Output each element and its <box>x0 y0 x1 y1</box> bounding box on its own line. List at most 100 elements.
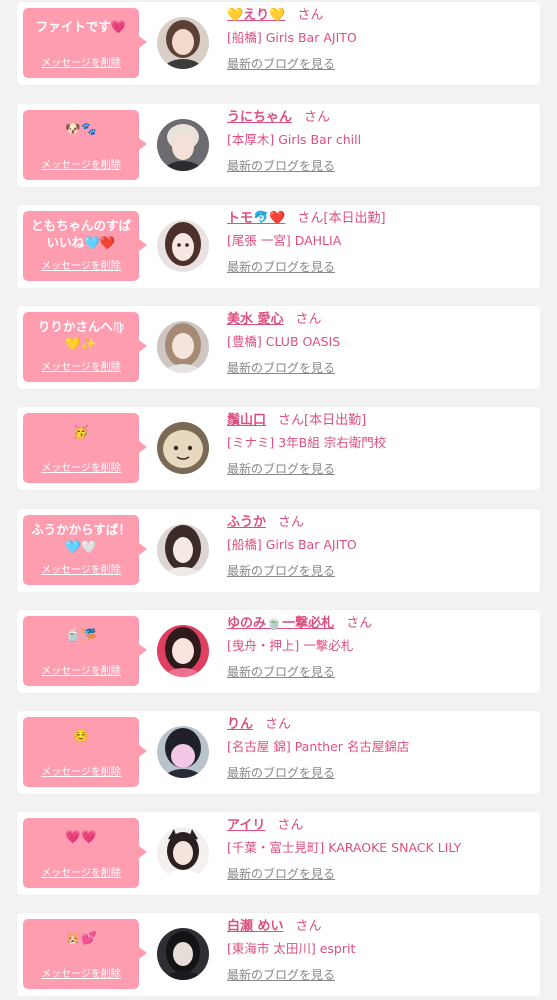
cast-info: トモ🐬❤️ さん[本日出勤] [尾張 一宮] DAHLIA 最新のブログを見る <box>227 208 386 277</box>
delete-message-link[interactable]: メッセージを削除 <box>23 156 139 171</box>
avatar-photo-icon <box>157 625 209 677</box>
delete-message-link[interactable]: メッセージを削除 <box>23 662 139 677</box>
avatar[interactable] <box>157 625 209 677</box>
latest-blog-link[interactable]: 最新のブログを見る <box>227 864 461 884</box>
message-bubble: ともちゃんのすば いいね🩵❤️ メッセージを削除 <box>23 211 147 281</box>
message-bubble: 🐹💕 メッセージを削除 <box>23 919 147 989</box>
message-text: ふうかからすば！ 🩵🤍 <box>31 522 131 554</box>
message-bubble: ふうかからすば！ 🩵🤍 メッセージを削除 <box>23 515 147 585</box>
honorific-label: さん <box>297 211 324 226</box>
name-line: うにちゃん さん <box>227 107 361 129</box>
cast-name-link[interactable]: うにちゃん <box>227 110 292 125</box>
name-line: 美水 愛心 さん <box>227 309 340 331</box>
honorific-label: さん <box>304 110 331 125</box>
honorific-label: さん <box>278 413 305 428</box>
message-card: 🥳 メッセージを削除 鬚山口 さん[本日出勤] [ミナミ] 3年B組 宗右衛門校 … <box>17 407 540 490</box>
honorific-label: さん <box>295 312 322 327</box>
avatar[interactable] <box>157 524 209 576</box>
name-line: ゆのみ🍵一撃必札 さん <box>227 613 372 635</box>
message-card: 💗💗 メッセージを削除 アイリ さん [千葉・富士見町] KARAOKE SNAC… <box>17 812 540 895</box>
name-line: ふうか さん <box>227 512 357 534</box>
honorific-label: さん <box>277 818 304 833</box>
cast-name-link[interactable]: アイリ <box>227 818 265 833</box>
delete-message-link[interactable]: メッセージを削除 <box>23 257 139 272</box>
message-text: ともちゃんのすば いいね🩵❤️ <box>30 218 131 250</box>
avatar[interactable] <box>157 220 209 272</box>
delete-message-link[interactable]: メッセージを削除 <box>23 763 139 778</box>
shop-label: [曳舟・押上] 一撃必札 <box>227 638 354 653</box>
message-list: ファイトです💗 メッセージを削除 💛えり💛 さん [船橋] Girls Bar A… <box>0 0 557 1000</box>
delete-message-link[interactable]: メッセージを削除 <box>23 561 139 576</box>
avatar[interactable] <box>157 17 209 69</box>
message-card: ファイトです💗 メッセージを削除 💛えり💛 さん [船橋] Girls Bar A… <box>17 2 540 85</box>
shop-label: [豊橋] CLUB OASIS <box>227 334 341 349</box>
cast-name-link[interactable]: 💛えり💛 <box>227 8 285 23</box>
shop-label: [船橋] Girls Bar AJITO <box>227 30 357 45</box>
cast-info: りん さん [名古屋 錦] Panther 名古屋錦店 最新のブログを見る <box>227 714 409 783</box>
message-bubble: 🐶🐾 メッセージを削除 <box>23 110 147 180</box>
latest-blog-link[interactable]: 最新のブログを見る <box>227 965 355 985</box>
cast-name-link[interactable]: 白瀬 めい <box>227 919 284 934</box>
avatar[interactable] <box>157 422 209 474</box>
avatar[interactable] <box>157 726 209 778</box>
cast-name-link[interactable]: りん <box>227 717 253 732</box>
delete-message-link[interactable]: メッセージを削除 <box>23 54 139 69</box>
name-line: トモ🐬❤️ さん[本日出勤] <box>227 208 386 230</box>
message-text: ☺️ <box>73 728 89 743</box>
name-line: りん さん <box>227 714 409 736</box>
message-text: 🐹💕 <box>65 930 97 945</box>
cast-name-link[interactable]: トモ🐬❤️ <box>227 211 285 226</box>
latest-blog-link[interactable]: 最新のブログを見る <box>227 257 386 277</box>
latest-blog-link[interactable]: 最新のブログを見る <box>227 156 361 176</box>
message-bubble: 💗💗 メッセージを削除 <box>23 818 147 888</box>
message-bubble: 🥳 メッセージを削除 <box>23 413 147 483</box>
message-text: 🐶🐾 <box>65 121 97 136</box>
name-line: 鬚山口 さん[本日出勤] <box>227 410 386 432</box>
latest-blog-link[interactable]: 最新のブログを見る <box>227 358 340 378</box>
message-text: りりかさんへ♍ 💛✨ <box>37 319 125 351</box>
name-line: アイリ さん <box>227 815 461 837</box>
latest-blog-link[interactable]: 最新のブログを見る <box>227 763 409 783</box>
avatar[interactable] <box>157 928 209 980</box>
avatar-photo-icon <box>157 119 209 171</box>
avatar-photo-icon <box>157 17 209 69</box>
avatar-photo-icon <box>157 726 209 778</box>
cast-name-link[interactable]: ゆのみ🍵一撃必札 <box>227 616 334 631</box>
cast-info: 💛えり💛 さん [船橋] Girls Bar AJITO 最新のブログを見る <box>227 5 357 74</box>
message-text: 🍵🎏 <box>65 627 97 642</box>
latest-blog-link[interactable]: 最新のブログを見る <box>227 459 386 479</box>
latest-blog-link[interactable]: 最新のブログを見る <box>227 54 357 74</box>
avatar[interactable] <box>157 827 209 879</box>
message-card: ともちゃんのすば いいね🩵❤️ メッセージを削除 トモ🐬❤️ さん[本日出勤] [… <box>17 205 540 288</box>
message-bubble: ☺️ メッセージを削除 <box>23 717 147 787</box>
delete-message-link[interactable]: メッセージを削除 <box>23 965 139 980</box>
honorific-label: さん <box>346 616 373 631</box>
message-text: 💗💗 <box>65 829 97 844</box>
cast-info: 美水 愛心 さん [豊橋] CLUB OASIS 最新のブログを見る <box>227 309 340 378</box>
avatar[interactable] <box>157 119 209 171</box>
shop-label: [東海市 太田川] esprit <box>227 941 356 956</box>
cast-name-link[interactable]: ふうか <box>227 515 266 530</box>
latest-blog-link[interactable]: 最新のブログを見る <box>227 662 372 682</box>
cast-name-link[interactable]: 鬚山口 <box>227 413 266 428</box>
message-card: ☺️ メッセージを削除 りん さん [名古屋 錦] Panther 名古屋錦店 最… <box>17 711 540 794</box>
shop-label: [ミナミ] 3年B組 宗右衛門校 <box>227 435 387 450</box>
cast-info: 白瀬 めい さん [東海市 太田川] esprit 最新のブログを見る <box>227 916 355 985</box>
cast-info: ゆのみ🍵一撃必札 さん [曳舟・押上] 一撃必札 最新のブログを見る <box>227 613 372 682</box>
avatar[interactable] <box>157 321 209 373</box>
delete-message-link[interactable]: メッセージを削除 <box>23 864 139 879</box>
message-card: りりかさんへ♍ 💛✨ メッセージを削除 美水 愛心 さん [豊橋] CLUB OA… <box>17 306 540 389</box>
cast-info: うにちゃん さん [本厚木] Girls Bar chill 最新のブログを見る <box>227 107 361 176</box>
name-line: 💛えり💛 さん <box>227 5 357 27</box>
cast-info: 鬚山口 さん[本日出勤] [ミナミ] 3年B組 宗右衛門校 最新のブログを見る <box>227 410 386 479</box>
delete-message-link[interactable]: メッセージを削除 <box>23 358 139 373</box>
message-card: 🍵🎏 メッセージを削除 ゆのみ🍵一撃必札 さん [曳舟・押上] 一撃必札 最新のブ… <box>17 610 540 693</box>
cast-info: ふうか さん [船橋] Girls Bar AJITO 最新のブログを見る <box>227 512 357 581</box>
name-line: 白瀬 めい さん <box>227 916 355 938</box>
avatar-photo-icon <box>157 422 209 474</box>
cast-name-link[interactable]: 美水 愛心 <box>227 312 284 327</box>
latest-blog-link[interactable]: 最新のブログを見る <box>227 561 357 581</box>
avatar-photo-icon <box>157 928 209 980</box>
avatar-photo-icon <box>157 321 209 373</box>
delete-message-link[interactable]: メッセージを削除 <box>23 459 139 474</box>
